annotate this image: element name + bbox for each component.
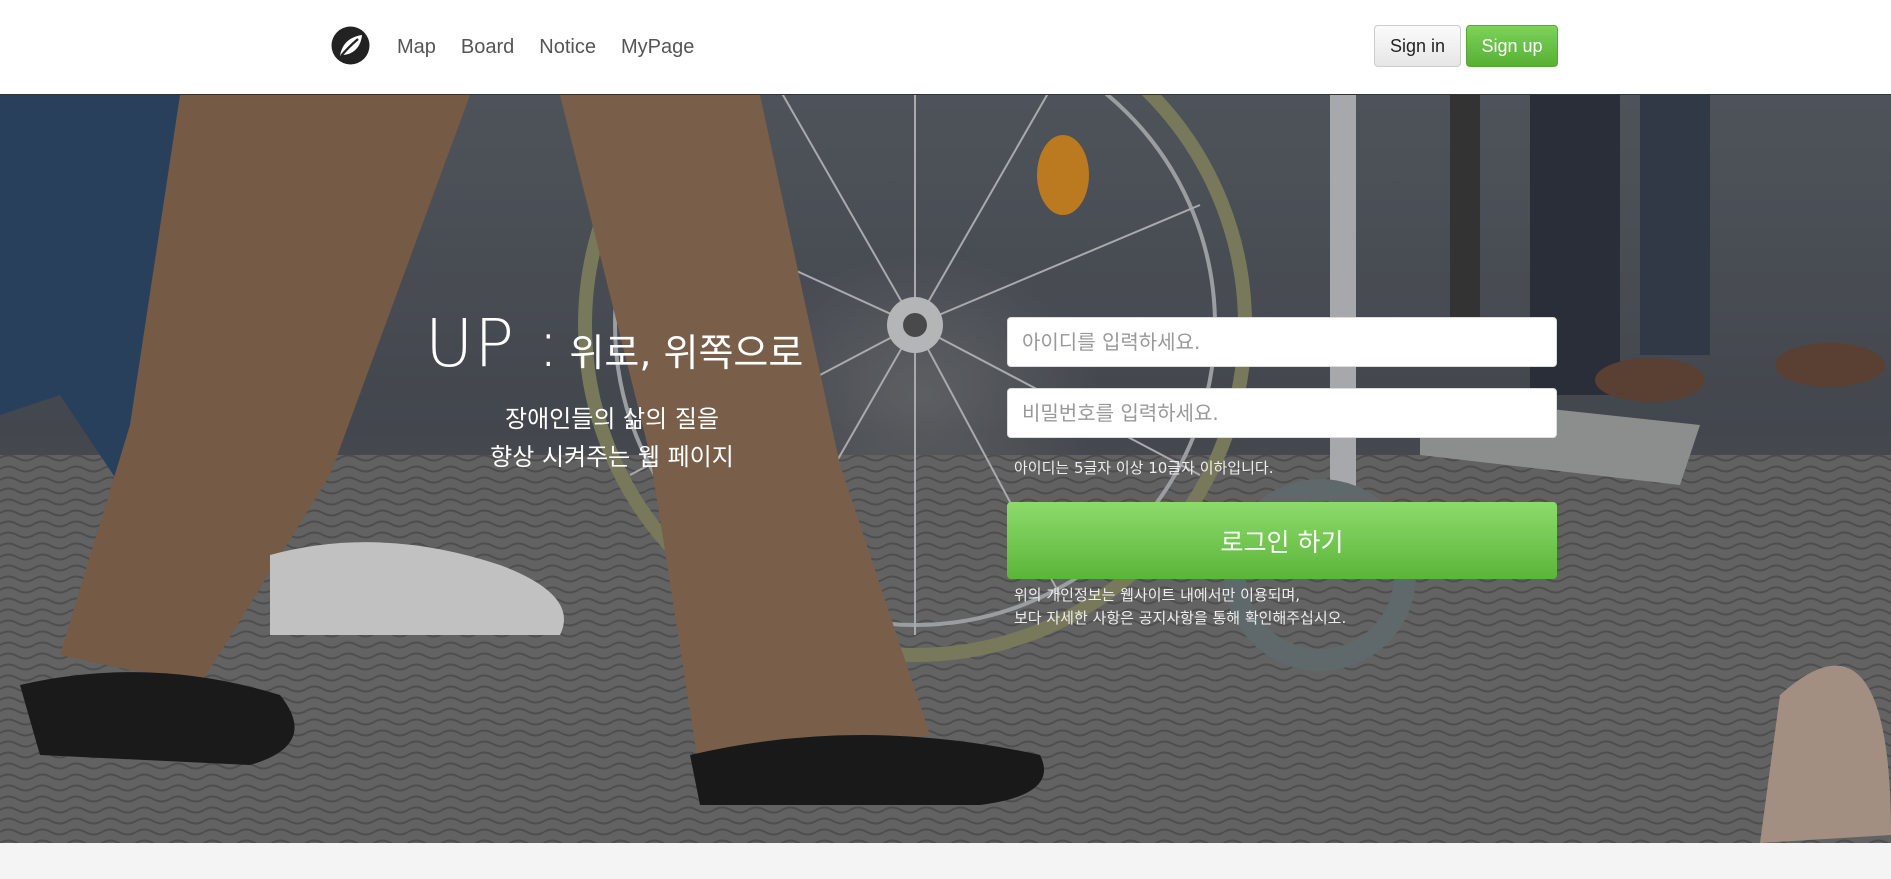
main-nav: Map Board Notice MyPage [397, 36, 694, 59]
hero-title: UP : 위로, 위쪽으로 [425, 305, 803, 382]
hero-title-sub: 위로, 위쪽으로 [569, 331, 804, 375]
nav-link-map[interactable]: Map [397, 36, 436, 59]
privacy-notice-line1: 위의 개인정보는 웹사이트 내에서만 이용되며, [1014, 586, 1301, 604]
hero-overlay [0, 95, 1891, 843]
user-id-input[interactable] [1007, 317, 1557, 367]
hero-description-line1: 장애인들의 삶의 질을 [505, 405, 719, 433]
nav-link-board[interactable]: Board [461, 36, 514, 59]
privacy-notice-line2: 보다 자세한 사항은 공지사항을 통해 확인해주십시오. [1014, 609, 1347, 627]
hero-title-main: UP : [425, 305, 561, 382]
top-navbar: Map Board Notice MyPage Sign in Sign up [0, 0, 1891, 95]
nav-link-mypage[interactable]: MyPage [621, 36, 694, 59]
hero-section: UP : 위로, 위쪽으로 장애인들의 삶의 질을 향상 시켜주는 웹 페이지 … [0, 95, 1891, 843]
sign-up-button[interactable]: Sign up [1466, 25, 1558, 67]
hero-description: 장애인들의 삶의 질을 향상 시켜주는 웹 페이지 [425, 400, 799, 476]
password-input[interactable] [1007, 388, 1557, 438]
hero-description-line2: 향상 시켜주는 웹 페이지 [490, 443, 734, 471]
nav-link-notice[interactable]: Notice [539, 36, 596, 59]
sign-in-button[interactable]: Sign in [1374, 25, 1461, 67]
id-length-hint: 아이디는 5글자 이상 10글자 이하입니다. [1014, 459, 1274, 477]
page-footer-strip [0, 843, 1891, 879]
login-button[interactable]: 로그인 하기 [1007, 502, 1557, 579]
privacy-notice: 위의 개인정보는 웹사이트 내에서만 이용되며, 보다 자세한 사항은 공지사항… [1014, 584, 1346, 630]
leaf-icon[interactable] [331, 26, 370, 65]
